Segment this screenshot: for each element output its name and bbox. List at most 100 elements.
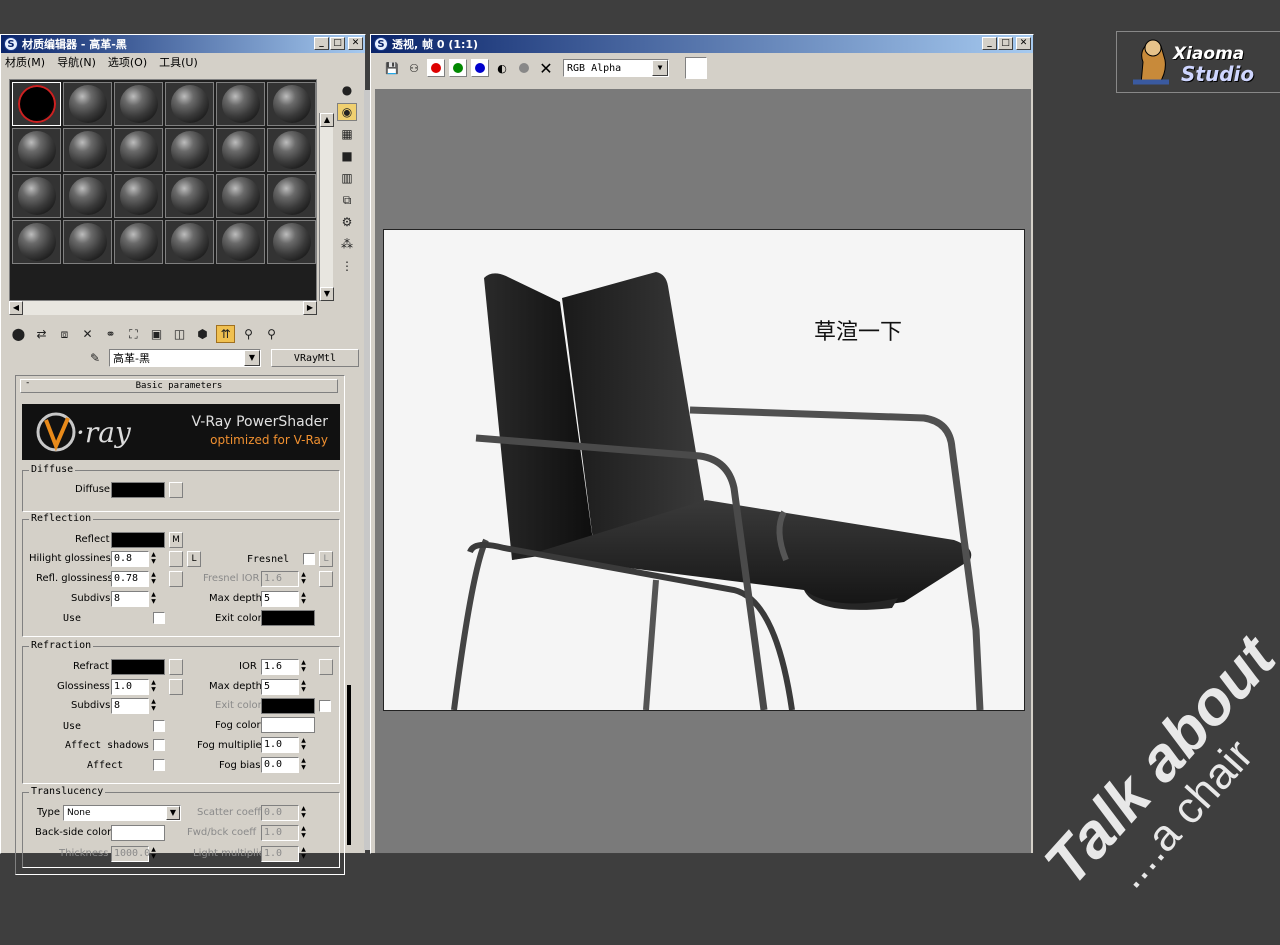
spinner-arrows-icon[interactable]: ▲ ▼ (149, 679, 158, 695)
refraction-use-checkbox[interactable] (153, 720, 165, 732)
sample-type-sphere-icon[interactable]: ● (337, 81, 357, 99)
reflection-exit-color-swatch[interactable] (261, 610, 315, 626)
make-unique-icon[interactable]: ⚭ (101, 325, 120, 343)
ior-map-button[interactable] (319, 659, 333, 675)
material-slot[interactable] (12, 220, 61, 264)
material-slot[interactable] (63, 174, 112, 218)
material-slot[interactable] (114, 82, 163, 126)
fresnel-lock-button[interactable]: L (319, 551, 333, 567)
spinner-arrows-icon[interactable]: ▲ ▼ (299, 737, 308, 753)
diffuse-map-button[interactable] (169, 482, 183, 498)
material-slot[interactable] (12, 82, 61, 126)
scroll-right-button[interactable]: ▶ (303, 301, 317, 315)
chevron-down-icon[interactable]: ▼ (166, 806, 180, 820)
spinner-arrows-icon[interactable]: ▲ ▼ (299, 825, 308, 841)
fresnel-ior-spinner[interactable]: 1.6 ▲ ▼ (261, 571, 308, 587)
refl-glossiness-spinner[interactable]: 0.78 ▲ ▼ (111, 571, 158, 587)
scatter-coeff-spinner[interactable]: 0.0 ▲ ▼ (261, 805, 308, 821)
make-preview-icon[interactable]: ⧉ (337, 191, 357, 209)
material-slot[interactable] (267, 220, 316, 264)
refl-glossiness-value[interactable]: 0.78 (111, 571, 149, 587)
material-slot[interactable] (267, 82, 316, 126)
green-channel-toggle[interactable] (449, 59, 467, 77)
rollout-scrollbar[interactable] (347, 685, 351, 845)
blue-channel-toggle[interactable] (471, 59, 489, 77)
material-editor-titlebar[interactable]: S 材质编辑器 - 高革-黑 _ □ ✕ (1, 35, 365, 53)
material-slot[interactable] (165, 128, 214, 172)
spinner-arrows-icon[interactable]: ▲ ▼ (149, 698, 158, 714)
material-slot[interactable] (63, 220, 112, 264)
clone-window-icon[interactable]: ⚇ (405, 59, 423, 77)
affect-checkbox[interactable] (153, 759, 165, 771)
pick-material-icon[interactable]: ⚲ (262, 325, 281, 343)
refraction-gloss-map-button[interactable] (169, 679, 183, 695)
spinner-arrows-icon[interactable]: ▲ ▼ (149, 571, 158, 587)
material-slot[interactable] (216, 174, 265, 218)
ior-spinner[interactable]: 1.6 ▲ ▼ (261, 659, 308, 675)
refraction-glossiness-value[interactable]: 1.0 (111, 679, 149, 695)
thickness-value[interactable]: 1000.0 (111, 846, 150, 862)
ior-value[interactable]: 1.6 (261, 659, 299, 675)
spinner-arrows-icon[interactable]: ▲ ▼ (149, 551, 158, 567)
go-forward-sibling-icon[interactable]: ⚲ (239, 325, 258, 343)
get-material-icon[interactable]: ⬤ (9, 325, 28, 343)
spinner-arrows-icon[interactable]: ▲ ▼ (299, 846, 308, 862)
clear-icon[interactable]: ✕ (537, 59, 555, 78)
hilight-glossiness-spinner[interactable]: 0.8 ▲ ▼ (111, 551, 158, 567)
color-swatch[interactable] (685, 57, 707, 79)
menu-material[interactable]: 材质(M) (5, 54, 45, 70)
reflection-max-depth-value[interactable]: 5 (261, 591, 299, 607)
background-checker-icon[interactable]: ▦ (337, 125, 357, 143)
material-slot[interactable] (267, 128, 316, 172)
spinner-arrows-icon[interactable]: ▲ ▼ (299, 757, 308, 773)
spinner-arrows-icon[interactable]: ▲ ▼ (299, 659, 308, 675)
chevron-down-icon[interactable]: ▼ (652, 60, 668, 76)
put-to-library-icon[interactable]: ⛶ (124, 325, 143, 343)
refract-color-swatch[interactable] (111, 659, 165, 675)
slots-horizontal-scrollbar[interactable]: ◀ ▶ (9, 301, 317, 315)
red-channel-toggle[interactable] (427, 59, 445, 77)
material-map-navigator-icon[interactable]: ⋮ (337, 257, 357, 275)
material-slot[interactable] (216, 82, 265, 126)
show-map-in-viewport-icon[interactable]: ◫ (170, 325, 189, 343)
refraction-glossiness-spinner[interactable]: 1.0 ▲ ▼ (111, 679, 158, 695)
material-slot[interactable] (216, 220, 265, 264)
spinner-arrows-icon[interactable]: ▲ ▼ (299, 571, 308, 587)
fresnel-checkbox[interactable] (303, 553, 315, 565)
fresnel-ior-value[interactable]: 1.6 (261, 571, 299, 587)
alpha-channel-icon[interactable] (515, 59, 533, 77)
affect-shadows-checkbox[interactable] (153, 739, 165, 751)
refraction-max-depth-spinner[interactable]: 5 ▲ ▼ (261, 679, 308, 695)
render-window-titlebar[interactable]: S 透视, 帧 0 (1:1) _ □ ✕ (371, 35, 1033, 53)
refraction-max-depth-value[interactable]: 5 (261, 679, 299, 695)
spinner-arrows-icon[interactable]: ▲ ▼ (299, 679, 308, 695)
thickness-spinner[interactable]: 1000.0 ▲ ▼ (111, 846, 158, 862)
material-slot[interactable] (12, 128, 61, 172)
material-slot[interactable] (165, 220, 214, 264)
material-slot[interactable] (12, 174, 61, 218)
refraction-subdivs-value[interactable]: 8 (111, 698, 149, 714)
refraction-exit-color-checkbox[interactable] (319, 700, 331, 712)
reflection-use-checkbox[interactable] (153, 612, 165, 624)
minimize-button[interactable]: _ (982, 37, 997, 50)
diffuse-color-swatch[interactable] (111, 482, 165, 498)
go-to-parent-icon[interactable]: ⇈ (216, 325, 235, 343)
chevron-down-icon[interactable]: ▼ (244, 350, 260, 366)
menu-navigation[interactable]: 导航(N) (57, 54, 96, 70)
reflection-max-depth-spinner[interactable]: 5 ▲ ▼ (261, 591, 308, 607)
fog-multiplier-value[interactable]: 1.0 (261, 737, 299, 753)
fog-multiplier-spinner[interactable]: 1.0 ▲ ▼ (261, 737, 308, 753)
channel-display-combo[interactable]: RGB Alpha ▼ (563, 59, 669, 77)
reflect-map-button[interactable]: M (169, 532, 183, 548)
scroll-left-button[interactable]: ◀ (9, 301, 23, 315)
show-end-result-icon[interactable]: ⬢ (193, 325, 212, 343)
material-type-button[interactable]: VRayMtl (271, 349, 359, 367)
spinner-arrows-icon[interactable]: ▲ ▼ (149, 846, 158, 862)
material-effects-channel-icon[interactable]: ▣ (147, 325, 166, 343)
menu-options[interactable]: 选项(O) (108, 54, 147, 70)
light-multiplier-value[interactable]: 1.0 (261, 846, 299, 862)
reflection-subdivs-spinner[interactable]: 8 ▲ ▼ (111, 591, 158, 607)
refraction-subdivs-spinner[interactable]: 8 ▲ ▼ (111, 698, 158, 714)
spinner-arrows-icon[interactable]: ▲ ▼ (299, 805, 308, 821)
material-name-combo[interactable]: 高革-黑 ▼ (109, 349, 261, 367)
